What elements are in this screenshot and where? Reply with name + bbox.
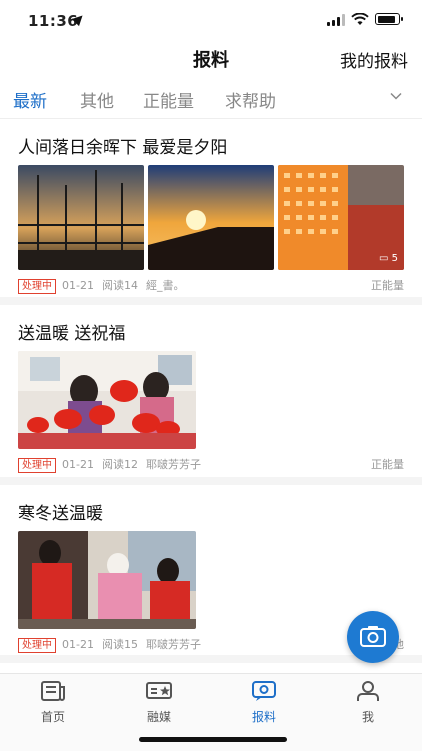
nav-report-label: 报料 (251, 710, 276, 724)
status-time: 11:36 (28, 12, 79, 30)
post-category: 正能量 (371, 458, 404, 471)
tv-star-icon (146, 682, 172, 699)
report-feed: 人间落日余晖下 最爱是夕阳 ▭ 5 处理中 01-21 阅读14 經_書。 正能… (0, 119, 422, 663)
post-title: 人间落日余晖下 最爱是夕阳 (18, 138, 228, 158)
nav-me[interactable]: 我 (333, 680, 403, 725)
photos-icon: ▭ (378, 253, 389, 264)
camera-report-button[interactable] (347, 611, 399, 663)
status-badge: 处理中 (18, 458, 56, 473)
nav-home[interactable]: 首页 (18, 680, 88, 725)
home-indicator (139, 737, 287, 742)
post-card[interactable]: 送温暖 送祝福 处理中 01-21 阅读12 耶啵芳芳子 正能量 (0, 305, 422, 485)
tab-positive-energy[interactable]: 正能量 (143, 87, 194, 112)
post-author: 耶啵芳芳子 (145, 458, 201, 471)
tab-latest[interactable]: 最新 (13, 87, 47, 112)
post-reads: 阅读15 (101, 638, 138, 651)
post-image[interactable] (148, 165, 274, 270)
post-image[interactable] (18, 165, 144, 270)
nav-media-label: 融媒 (146, 710, 171, 724)
top-header: 报料 我的报料 (0, 44, 422, 74)
post-author: 耶啵芳芳子 (145, 638, 201, 651)
post-image[interactable]: ▭ 5 (278, 165, 404, 270)
post-date: 01-21 (62, 458, 94, 471)
post-category: 正能量 (371, 279, 404, 292)
tab-seek-help[interactable]: 求帮助 (225, 87, 276, 112)
nav-media[interactable]: 融媒 (124, 680, 194, 725)
category-tabs: 最新 其他 正能量 求帮助 (0, 84, 422, 119)
status-badge: 处理中 (18, 638, 56, 653)
image-count: ▭ 5 (378, 253, 398, 264)
nav-report[interactable]: 报料 (229, 680, 299, 725)
wifi-icon (351, 13, 369, 25)
my-reports-button[interactable]: 我的报料 (340, 47, 408, 72)
post-meta: 处理中 01-21 阅读14 經_書。 (18, 277, 192, 294)
post-card[interactable]: 人间落日余晖下 最爱是夕阳 ▭ 5 处理中 01-21 阅读14 經_書。 正能… (0, 119, 422, 305)
post-image[interactable] (18, 351, 196, 449)
nav-me-label: 我 (361, 710, 374, 724)
post-author: 經_書。 (145, 279, 185, 292)
post-meta: 处理中 01-21 阅读12 耶啵芳芳子 (18, 456, 209, 473)
post-meta: 处理中 01-21 阅读15 耶啵芳芳子 (18, 636, 209, 653)
person-icon (357, 681, 379, 701)
nav-home-label: 首页 (40, 710, 65, 724)
report-chat-icon (252, 681, 276, 701)
post-date: 01-21 (62, 638, 94, 651)
post-date: 01-21 (62, 279, 94, 292)
post-title: 送温暖 送祝福 (18, 324, 126, 344)
battery-icon (375, 13, 403, 25)
status-badge: 处理中 (18, 279, 56, 294)
chevron-down-icon[interactable] (390, 90, 402, 102)
camera-icon (360, 626, 386, 647)
tab-other[interactable]: 其他 (80, 87, 114, 112)
status-bar: 11:36 (0, 0, 422, 44)
post-reads: 阅读14 (101, 279, 138, 292)
cellular-signal-icon (327, 14, 345, 26)
post-title: 寒冬送温暖 (18, 504, 103, 524)
newspaper-icon (41, 681, 65, 701)
post-image[interactable] (18, 531, 196, 629)
post-reads: 阅读12 (101, 458, 138, 471)
